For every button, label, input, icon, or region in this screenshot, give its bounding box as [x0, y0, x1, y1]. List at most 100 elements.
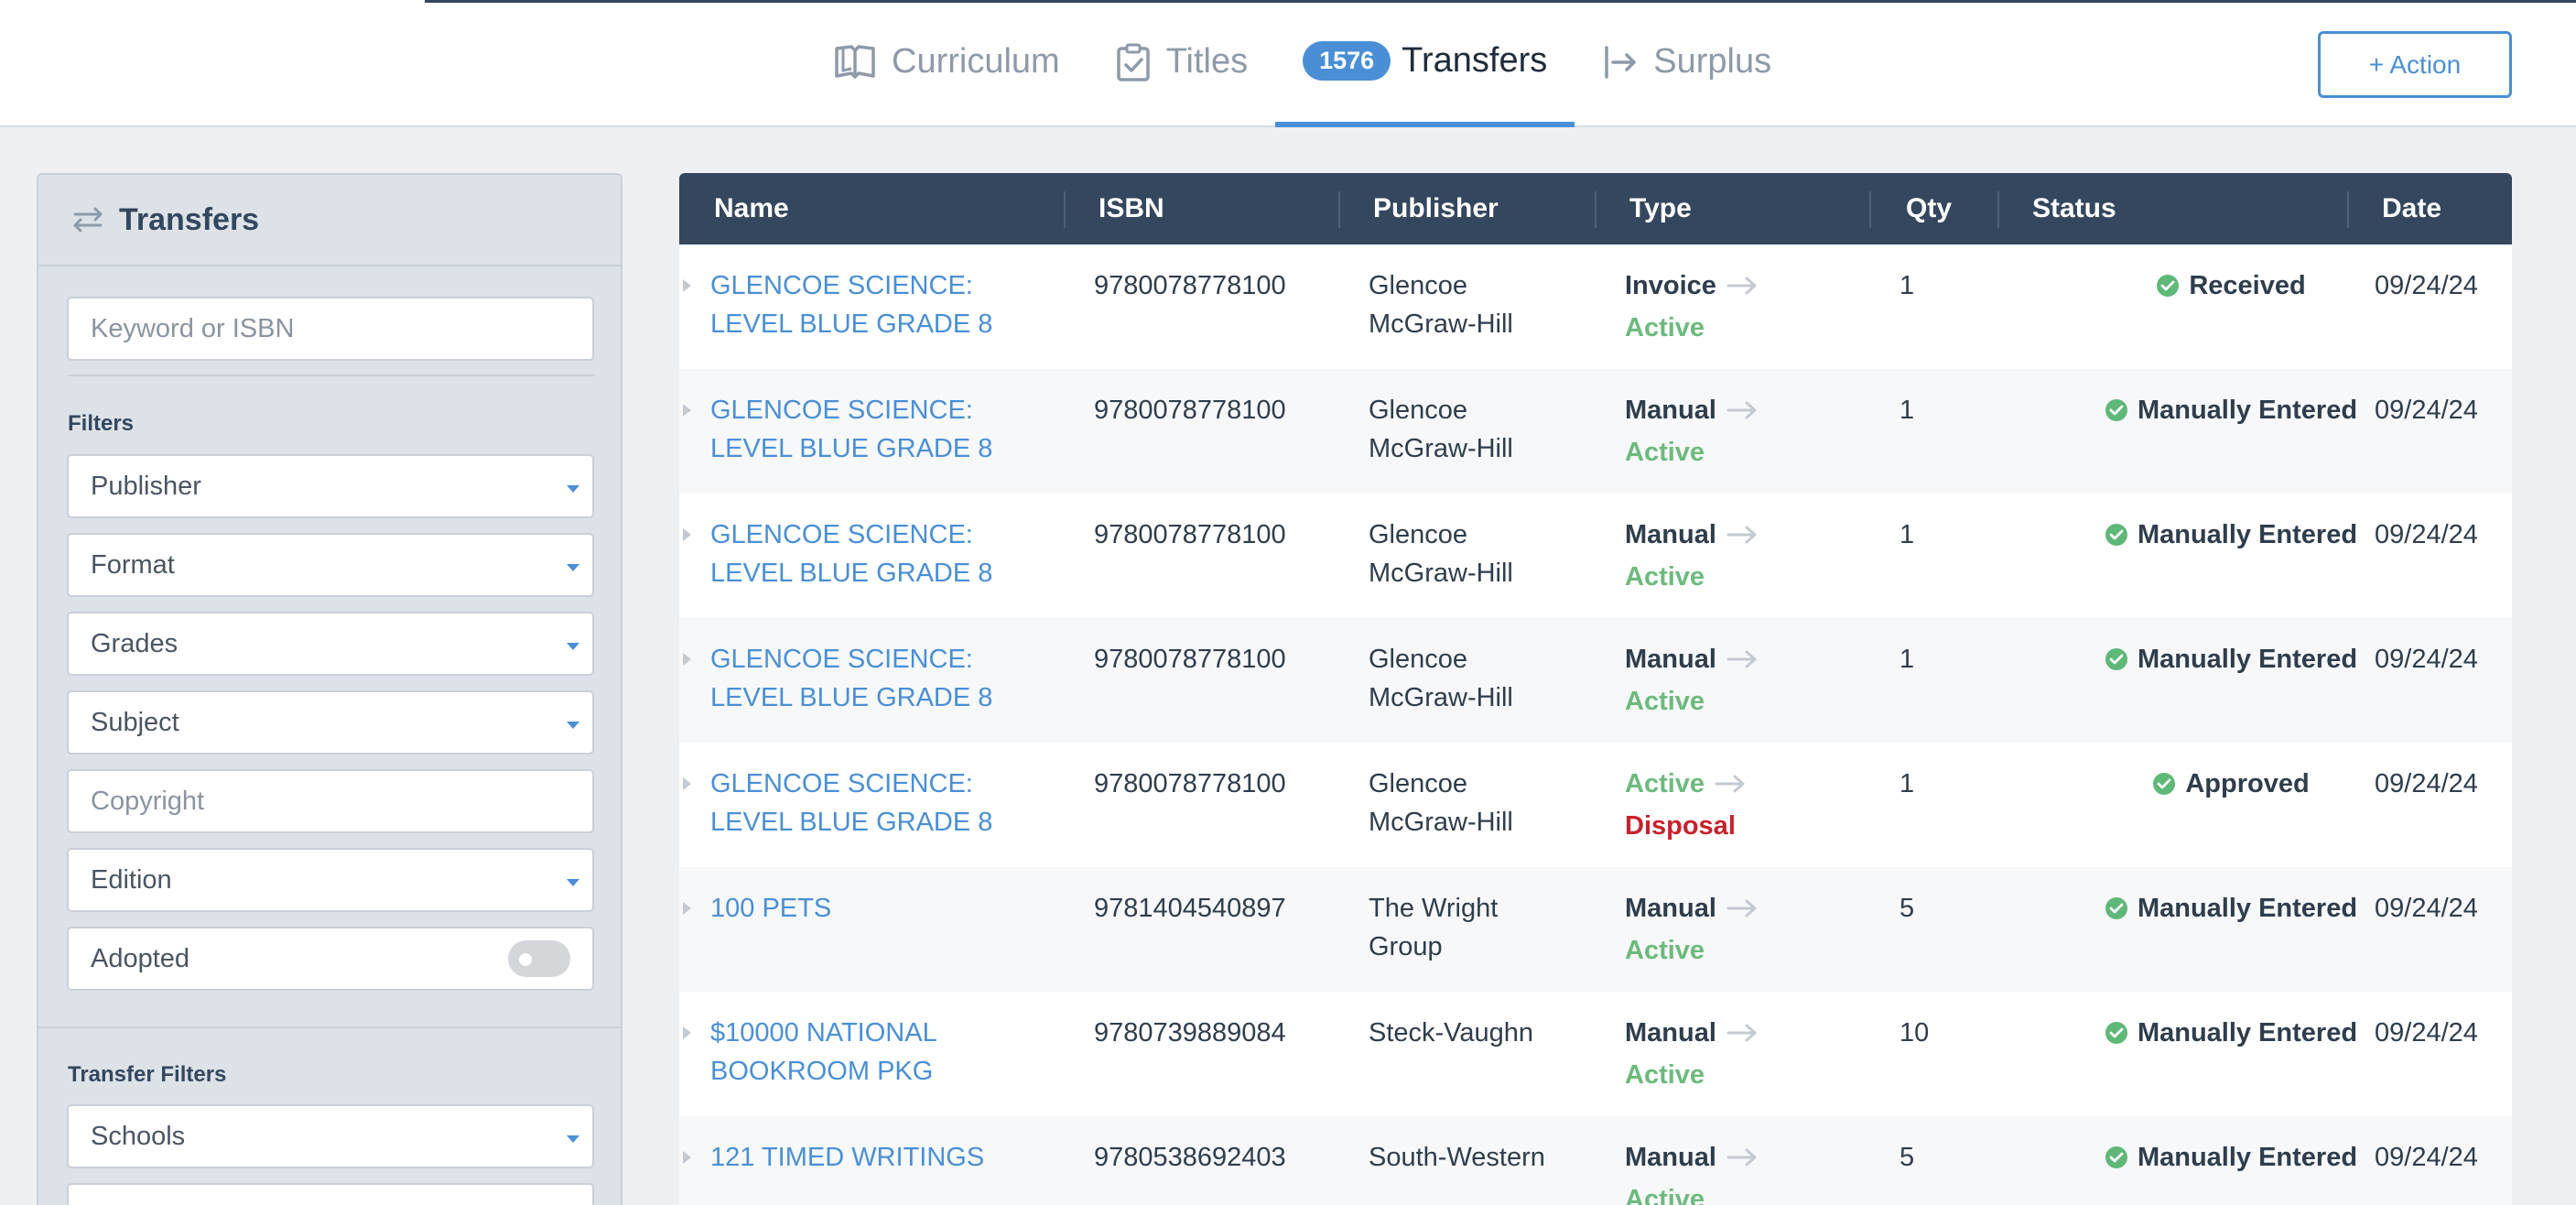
tab-transfers-label: Transfers [1402, 41, 1548, 80]
row-isbn: 9780739889084 [1094, 1018, 1286, 1048]
row-isbn: 9780078778100 [1094, 645, 1286, 674]
name-line: LEVEL BLUE GRADE 8 [710, 309, 993, 339]
row-date: 09/24/24 [2375, 769, 2478, 798]
grades-filter-label: Grades [91, 628, 179, 658]
sidebar-header: Transfers [38, 175, 621, 266]
table-row[interactable]: GLENCOE SCIENCE: LEVEL BLUE GRADE 8 97800… [679, 618, 2512, 743]
type-from: Active [1625, 769, 1705, 798]
adopted-toggle[interactable] [508, 940, 570, 977]
row-name-link[interactable]: GLENCOE SCIENCE: LEVEL BLUE GRADE 8 [710, 765, 1003, 841]
row-name-link[interactable]: GLENCOE SCIENCE: LEVEL BLUE GRADE 8 [710, 516, 1003, 592]
table-row[interactable]: $10000 NATIONAL BOOKROOM PKG 978073988908… [679, 992, 2512, 1116]
name-line: GLENCOE SCIENCE: [710, 645, 973, 674]
main-tabs: Curriculum Titles 1576 Transfers Surplus [806, 0, 1799, 127]
status-badge: Manually Entered [2071, 640, 2391, 678]
publisher-line: Glencoe [1369, 769, 1468, 798]
type-from: Manual [1625, 1018, 1716, 1048]
type-to: Active [1625, 313, 1705, 342]
publisher-line: South-Western [1369, 1143, 1545, 1172]
column-separator [1997, 191, 1999, 228]
tab-transfers[interactable]: 1576 Transfers [1275, 0, 1575, 127]
tab-titles[interactable]: Titles [1088, 0, 1275, 124]
type-from: Manual [1625, 894, 1716, 923]
status-badge: Received [2071, 266, 2391, 305]
name-line: LEVEL BLUE GRADE 8 [710, 559, 993, 588]
transfer-filter-select[interactable] [67, 1183, 594, 1205]
row-date: 09/24/24 [2375, 396, 2478, 425]
table-header: Name ISBN Publisher Type Qty Status Date [679, 173, 2512, 244]
format-filter-select[interactable]: Format [67, 533, 594, 597]
subject-filter-select[interactable]: Subject [67, 690, 594, 754]
table-row[interactable]: 100 PETS 9781404540897 The Wright Group M… [679, 867, 2512, 992]
row-isbn: 9780078778100 [1094, 396, 1286, 425]
schools-filter-select[interactable]: Schools [67, 1104, 594, 1168]
column-header-publisher[interactable]: Publisher [1373, 173, 1499, 244]
row-publisher: Glencoe McGraw-Hill [1369, 765, 1588, 841]
row-publisher: South-Western [1369, 1138, 1588, 1177]
name-line: GLENCOE SCIENCE: [710, 769, 973, 798]
expand-row-icon[interactable] [683, 1026, 691, 1039]
row-name-link[interactable]: GLENCOE SCIENCE: LEVEL BLUE GRADE 8 [710, 391, 1003, 468]
adopted-filter: Adopted [67, 927, 594, 991]
add-action-button[interactable]: + Action [2318, 31, 2512, 98]
table-row[interactable]: GLENCOE SCIENCE: LEVEL BLUE GRADE 8 97800… [679, 369, 2512, 494]
table-row[interactable]: GLENCOE SCIENCE: LEVEL BLUE GRADE 8 97800… [679, 494, 2512, 618]
copyright-input-label: Copyright [91, 786, 205, 816]
expand-row-icon[interactable] [683, 1151, 691, 1164]
type-to: Active [1625, 687, 1705, 716]
column-header-date[interactable]: Date [2382, 173, 2441, 244]
row-name-link[interactable]: 100 PETS [710, 889, 1003, 928]
chevron-down-icon [567, 485, 579, 493]
name-line: LEVEL BLUE GRADE 8 [710, 808, 993, 837]
tab-curriculum-label: Curriculum [892, 42, 1060, 81]
column-header-status[interactable]: Status [2032, 173, 2116, 244]
row-name-link[interactable]: $10000 NATIONAL BOOKROOM PKG [710, 1014, 1003, 1091]
expand-row-icon[interactable] [683, 279, 691, 292]
row-name-link[interactable]: GLENCOE SCIENCE: LEVEL BLUE GRADE 8 [710, 640, 1003, 717]
row-name-link[interactable]: GLENCOE SCIENCE: LEVEL BLUE GRADE 8 [710, 266, 1003, 343]
row-isbn: 9781404540897 [1094, 894, 1286, 923]
column-header-name[interactable]: Name [714, 173, 789, 244]
status-text: Manually Entered [2137, 396, 2358, 425]
status-text: Manually Entered [2137, 1018, 2358, 1048]
row-date: 09/24/24 [2375, 1018, 2478, 1048]
publisher-filter-select[interactable]: Publisher [67, 454, 594, 518]
type-from: Manual [1625, 396, 1716, 425]
type-from: Manual [1625, 645, 1716, 674]
row-date: 09/24/24 [2375, 894, 2478, 923]
edition-filter-select[interactable]: Edition [67, 848, 594, 912]
tab-curriculum[interactable]: Curriculum [806, 0, 1088, 124]
expand-row-icon[interactable] [683, 777, 691, 790]
status-text: Manually Entered [2137, 894, 2358, 923]
expand-row-icon[interactable] [683, 404, 691, 417]
column-header-isbn[interactable]: ISBN [1099, 173, 1164, 244]
table-row[interactable]: 121 TIMED WRITINGS 9780538692403 South-W… [679, 1116, 2512, 1205]
expand-row-icon[interactable] [683, 653, 691, 666]
check-circle-icon [2105, 1145, 2128, 1169]
column-header-type[interactable]: Type [1629, 173, 1692, 244]
column-header-qty[interactable]: Qty [1906, 173, 1952, 244]
expand-row-icon[interactable] [683, 528, 691, 541]
table-row[interactable]: GLENCOE SCIENCE: LEVEL BLUE GRADE 8 97800… [679, 743, 2512, 867]
grades-filter-select[interactable]: Grades [67, 612, 594, 676]
type-to: Active [1625, 562, 1705, 592]
name-line: BOOKROOM PKG [710, 1057, 934, 1086]
column-separator [1338, 191, 1340, 228]
row-publisher: The Wright Group [1369, 889, 1588, 966]
copyright-input[interactable]: Copyright [67, 769, 594, 833]
table-row[interactable]: GLENCOE SCIENCE: LEVEL BLUE GRADE 8 97800… [679, 244, 2512, 369]
tab-titles-label: Titles [1165, 42, 1249, 81]
search-input[interactable]: Keyword or ISBN [67, 297, 594, 361]
top-nav-bar: Curriculum Titles 1576 Transfers Surplus… [0, 0, 2576, 127]
tab-surplus[interactable]: Surplus [1575, 0, 1799, 124]
name-line: GLENCOE SCIENCE: [710, 520, 973, 549]
column-separator [2347, 191, 2349, 228]
arrow-right-icon [1726, 897, 1759, 919]
row-type: Invoice Active [1625, 266, 1759, 347]
row-name-link[interactable]: 121 TIMED WRITINGS [710, 1138, 1003, 1177]
arrow-right-icon [1726, 1146, 1759, 1168]
expand-row-icon[interactable] [683, 902, 691, 915]
row-qty: 1 [1900, 645, 1915, 674]
sidebar-title: Transfers [119, 201, 260, 237]
type-to: Disposal [1625, 811, 1736, 841]
